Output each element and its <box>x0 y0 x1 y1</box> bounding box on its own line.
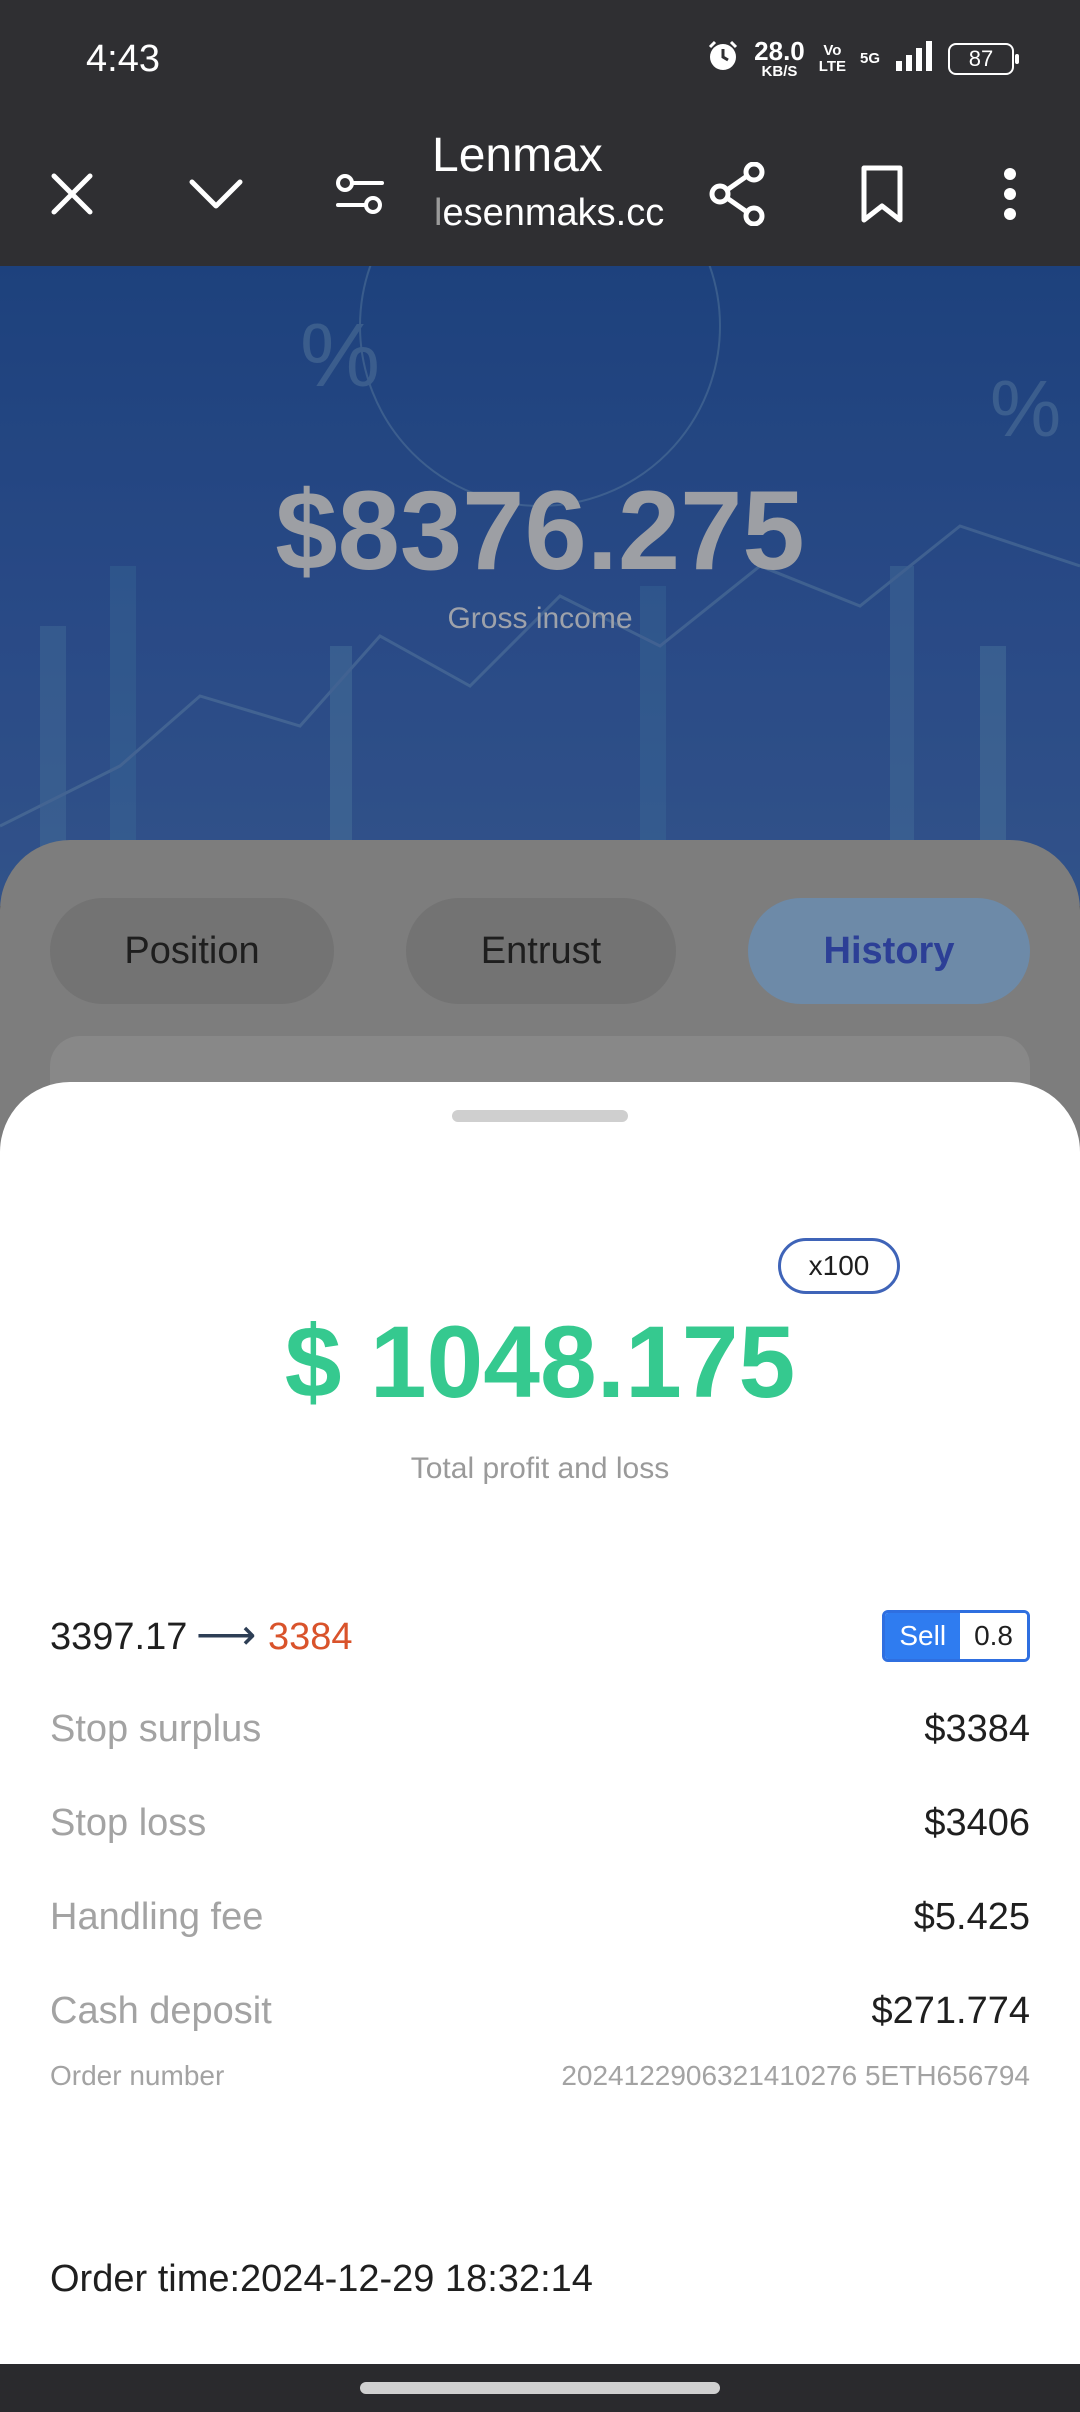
total-profit-label: Total profit and loss <box>410 1452 670 1485</box>
tab-entrust[interactable]: Entrust <box>406 898 676 1004</box>
order-number-label: Order number <box>50 2060 225 2091</box>
stop-loss-label: Stop loss <box>50 1802 207 1844</box>
tune-icon <box>336 174 384 214</box>
network-speed: 28.0 KB/S <box>754 36 805 80</box>
trade-side-badge: Sell 0.8 <box>882 1610 1030 1662</box>
tab-history[interactable]: History <box>748 898 1030 1004</box>
stop-loss-row: Stop loss $3406 <box>50 1802 1030 1862</box>
close-button[interactable] <box>24 146 120 242</box>
hero-banner: % % $8376.275 Gross income <box>0 266 1080 906</box>
gross-income-amount: $8376.275 <box>275 468 805 593</box>
browser-toolbar: Lenmax lesenmaks.cc <box>0 122 1080 266</box>
stop-surplus-value: $3384 <box>924 1708 1030 1750</box>
home-gesture-handle[interactable] <box>360 2382 720 2394</box>
status-icons: 28.0 KB/S Vo LTE 5G 87 <box>706 36 1019 80</box>
handling-fee-label: Handling fee <box>50 1896 264 1938</box>
page-url: lesenmaks.cc <box>434 192 665 234</box>
system-nav-bar <box>0 2364 1080 2412</box>
status-bar: 4:43 28.0 KB/S Vo LTE 5G 87 <box>0 0 1080 122</box>
share-button[interactable] <box>690 146 786 242</box>
order-number-value: 2024122906321410276 5ETH656794 <box>561 2060 1030 2091</box>
network-type: 5G <box>859 50 880 67</box>
handling-fee-row: Handling fee $5.425 <box>50 1896 1030 1956</box>
page-title: Lenmax <box>432 129 603 182</box>
close-price: 3384 <box>268 1616 353 1658</box>
bookmark-button[interactable] <box>834 146 930 242</box>
handling-fee-value: $5.425 <box>913 1896 1030 1938</box>
cash-deposit-value: $271.774 <box>871 1990 1031 2032</box>
share-icon <box>709 162 765 226</box>
price-change-row: 3397.17 ⟶ 3384 Sell 0.8 <box>50 1610 1030 1670</box>
status-time: 4:43 <box>86 38 160 80</box>
collapse-button[interactable] <box>168 146 264 242</box>
stop-surplus-row: Stop surplus $3384 <box>50 1708 1030 1768</box>
order-detail-sheet: x100 $ 1048.175 Total profit and loss 33… <box>0 1082 1080 2364</box>
chevron-down-icon <box>189 179 243 209</box>
trade-quantity: 0.8 <box>960 1613 1027 1659</box>
tab-position[interactable]: Position <box>50 898 334 1004</box>
stop-surplus-label: Stop surplus <box>50 1708 262 1750</box>
close-icon <box>51 173 93 215</box>
trade-side: Sell <box>885 1613 961 1659</box>
sheet-drag-handle[interactable] <box>452 1110 628 1122</box>
cash-deposit-row: Cash deposit $271.774 <box>50 1990 1030 2050</box>
more-options-button[interactable] <box>962 146 1058 242</box>
leverage-badge: x100 <box>778 1238 900 1294</box>
stop-loss-value: $3406 <box>924 1802 1030 1844</box>
gross-income-label: Gross income <box>447 602 633 635</box>
cash-deposit-label: Cash deposit <box>50 1990 272 2032</box>
volte-indicator: Vo LTE <box>818 41 846 75</box>
bookmark-icon <box>861 165 903 223</box>
open-price: 3397.17 <box>50 1616 188 1658</box>
site-settings-button[interactable] <box>312 146 408 242</box>
more-vert-icon <box>1004 168 1016 220</box>
total-profit-amount: $ 1048.175 <box>284 1305 796 1419</box>
signal-icon <box>894 39 934 78</box>
arrow-right-icon: ⟶ <box>196 1611 257 1658</box>
order-time: Order time:2024-12-29 18:32:14 <box>50 2258 593 2300</box>
alarm-icon <box>706 39 740 78</box>
battery-indicator: 87 <box>948 42 1019 75</box>
